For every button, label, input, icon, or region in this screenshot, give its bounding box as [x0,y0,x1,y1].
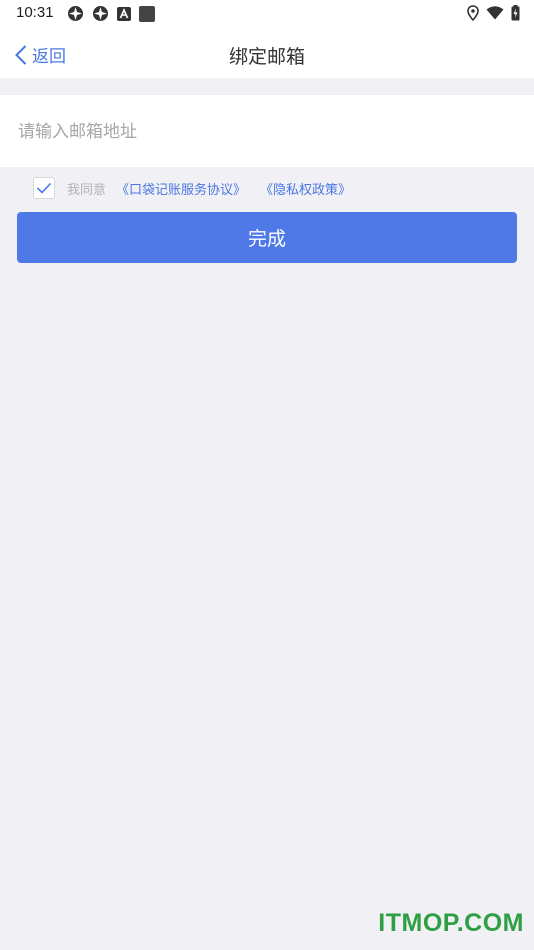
status-bar: 10:31 [0,0,534,28]
page-title: 绑定邮箱 [228,46,305,68]
notification-icon [68,6,83,21]
email-input[interactable] [16,113,520,151]
site-watermark: ITMOP.COM [378,909,524,937]
checkmark-icon [36,182,52,194]
agreement-row: 我同意 《口袋记账服务协议》 《隐私权政策》 [33,175,365,201]
privacy-policy-link[interactable]: 《隐私权政策》 [260,179,351,198]
agree-text: 我同意 [67,182,107,198]
square-icon [139,5,155,22]
nav-bar: 返回 绑定邮箱 [0,28,534,78]
service-agreement-link[interactable]: 《口袋记账服务协议》 [116,179,246,198]
location-icon [467,5,479,21]
agree-checkbox[interactable] [33,177,55,199]
email-input-block [0,95,534,167]
status-time: 10:31 [16,4,54,21]
status-notification-icons [67,5,155,22]
status-system-icons [467,5,520,21]
wifi-icon [486,6,504,20]
app-icon [117,6,131,21]
done-button[interactable]: 完成 [17,212,517,263]
battery-icon [511,5,520,21]
notification-icon [93,6,108,21]
